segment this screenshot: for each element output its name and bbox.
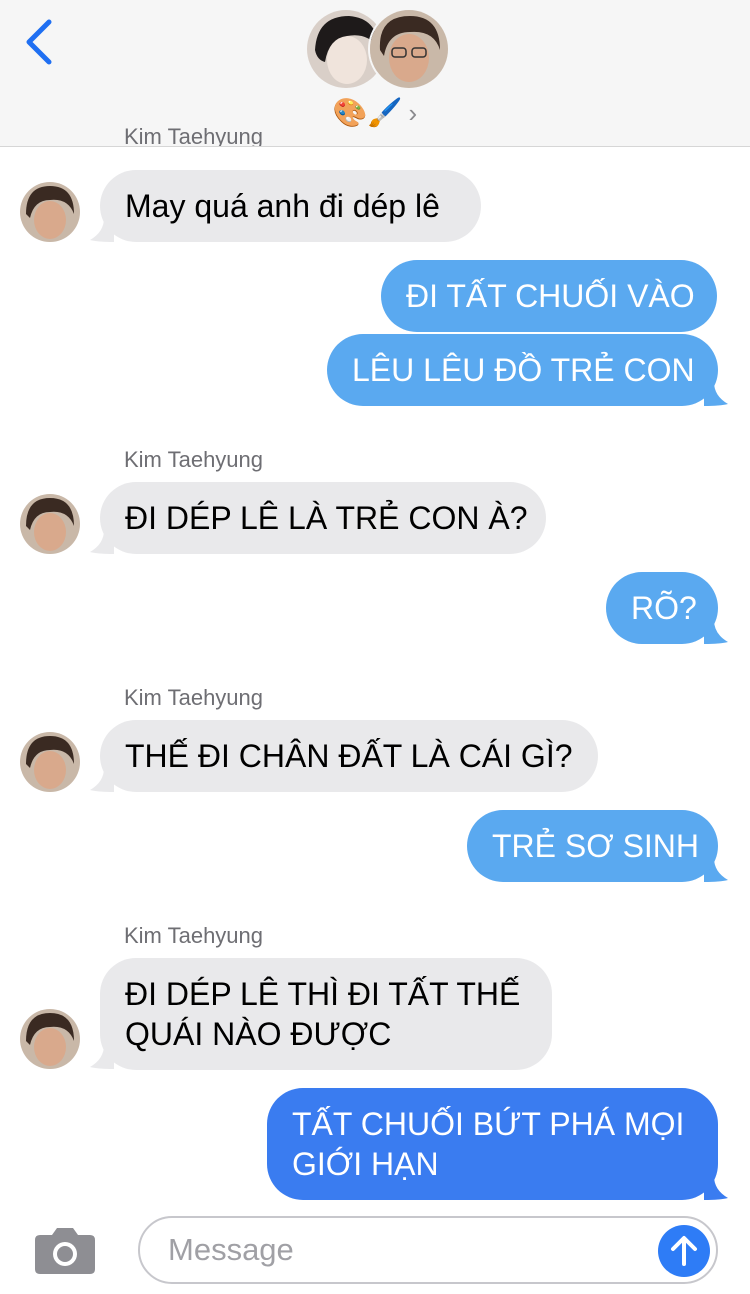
message-text-line: QUÁI NÀO ĐƯỢC [125, 1016, 392, 1052]
sender-label: Kim Taehyung [124, 923, 264, 948]
avatar[interactable] [20, 1009, 80, 1069]
avatar[interactable] [20, 732, 80, 792]
message-text-line: ĐI DÉP LÊ THÌ ĐI TẤT THẾ [125, 976, 521, 1012]
group-name[interactable]: 🎨🖌️ › [0, 96, 750, 129]
message-placeholder: Message [168, 1232, 294, 1267]
incoming-message-bubble[interactable]: ĐI DÉP LÊ LÀ TRẺ CON À? [100, 482, 546, 554]
send-arrow-icon [671, 1236, 697, 1266]
outgoing-message-bubble[interactable]: TẤT CHUỐI BỨT PHÁ MỌI GIỚI HẠN [267, 1088, 718, 1200]
message-text: THẾ ĐI CHÂN ĐẤT LÀ CÁI GÌ? [125, 738, 573, 774]
message-input[interactable]: Message [138, 1216, 718, 1284]
outgoing-message-bubble[interactable]: RÕ? [606, 572, 718, 644]
sender-label: Kim Taehyung [124, 685, 264, 710]
avatar-taehyung[interactable] [368, 8, 450, 90]
chevron-right-icon: › [408, 98, 418, 128]
incoming-message-bubble[interactable]: THẾ ĐI CHÂN ĐẤT LÀ CÁI GÌ? [100, 720, 598, 792]
avatar[interactable] [20, 494, 80, 554]
sender-label: Kim Taehyung [124, 447, 264, 472]
message-text: ĐI DÉP LÊ LÀ TRẺ CON À? [125, 500, 528, 536]
sender-label: Kim Taehyung [124, 128, 264, 146]
camera-icon[interactable] [34, 1225, 96, 1275]
outgoing-message-bubble[interactable]: ĐI TẤT CHUỐI VÀO [381, 260, 717, 332]
send-button[interactable] [658, 1225, 710, 1277]
back-chevron-icon[interactable] [22, 18, 62, 66]
avatar[interactable] [20, 182, 80, 242]
outgoing-message-bubble[interactable]: TRẺ SƠ SINH [467, 810, 718, 882]
outgoing-message-bubble[interactable]: LÊU LÊU ĐỒ TRẺ CON [327, 334, 718, 406]
message-text-line: TẤT CHUỐI BỨT PHÁ MỌI [292, 1106, 685, 1142]
message-text: TRẺ SƠ SINH [492, 828, 700, 864]
conversation-header: 🎨🖌️ › [0, 0, 750, 147]
message-text: ĐI TẤT CHUỐI VÀO [406, 278, 695, 314]
message-text: LÊU LÊU ĐỒ TRẺ CON [352, 352, 695, 388]
group-name-emoji: 🎨🖌️ [332, 97, 403, 128]
message-text: RÕ? [631, 590, 697, 626]
message-composer: Message [0, 1205, 750, 1294]
message-text-line: GIỚI HẠN [292, 1146, 439, 1182]
incoming-message-bubble[interactable]: May quá anh đi dép lê [100, 170, 481, 242]
message-text: May quá anh đi dép lê [125, 188, 440, 224]
incoming-message-bubble[interactable]: ĐI DÉP LÊ THÌ ĐI TẤT THẾ QUÁI NÀO ĐƯỢC [100, 958, 552, 1070]
